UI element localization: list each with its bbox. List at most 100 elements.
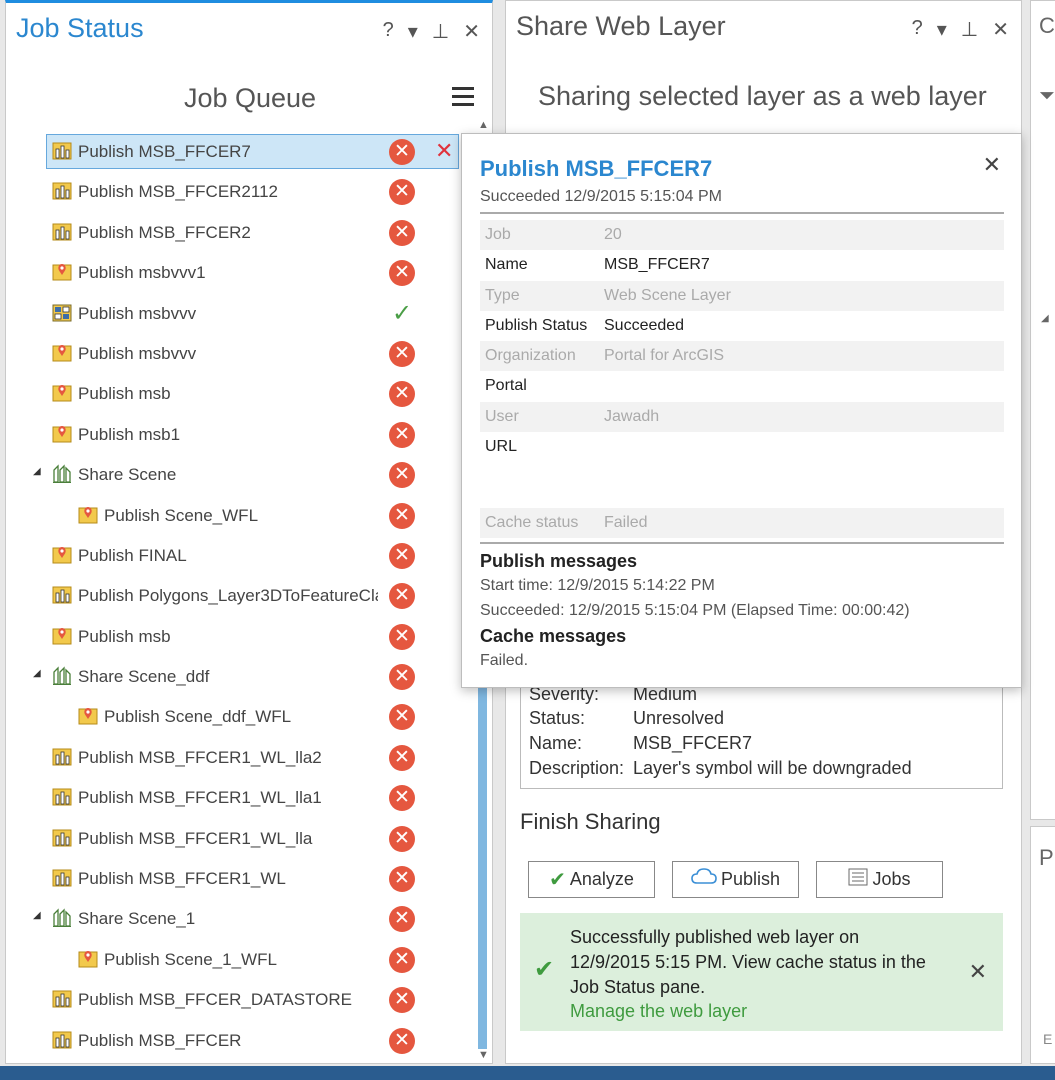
- help-button[interactable]: ?: [912, 17, 923, 42]
- job-queue-title: Job Queue: [183, 83, 317, 113]
- job-list-item[interactable]: Publish Scene_ddf_WFL ✕: [46, 697, 466, 737]
- filter-icon[interactable]: ⏷: [1039, 85, 1055, 108]
- detail-key: Publish Status: [485, 316, 588, 334]
- detail-value: Portal for ArcGIS: [604, 347, 725, 365]
- scroll-down-icon[interactable]: ▼: [478, 1049, 489, 1061]
- error-status-icon: ✕: [389, 421, 415, 448]
- scene-icon: [52, 908, 72, 928]
- job-queue-list: Publish MSB_FFCER7 ✕ ✕ Publish MSB_FFCER211…: [33, 132, 466, 1061]
- hamburger-menu-icon[interactable]: [452, 87, 474, 111]
- job-list-item[interactable]: Publish msbvvv ✕: [46, 334, 466, 374]
- success-check-icon: ✓: [391, 299, 413, 327]
- job-list-item[interactable]: Publish msb1 ✕: [46, 415, 466, 455]
- close-pane-button[interactable]: ✕: [463, 19, 480, 44]
- detail-value: Jawadh: [604, 407, 660, 425]
- map-pin-icon: [52, 343, 72, 363]
- pane-menu-button[interactable]: ▾: [937, 17, 947, 42]
- job-label: Publish MSB_FFCER7: [78, 142, 251, 161]
- detail-key: User: [485, 407, 519, 425]
- scroll-up-icon[interactable]: ▲: [478, 119, 489, 131]
- detail-row: URL: [480, 432, 1004, 462]
- job-list-item[interactable]: Publish FINAL ✕: [46, 536, 466, 576]
- detail-value: MSB_FFCER7: [604, 256, 710, 274]
- error-status-icon: ✕: [389, 542, 415, 569]
- error-status-icon: ✕: [389, 381, 415, 408]
- error-status-icon: ✕: [389, 906, 415, 933]
- job-list-item[interactable]: Publish MSB_FFCER7 ✕ ✕: [46, 132, 466, 172]
- job-list-item[interactable]: Publish MSB_FFCER1_WL_lla ✕: [46, 819, 466, 859]
- error-status-icon: ✕: [389, 664, 415, 691]
- expander-icon[interactable]: ◢: [1041, 313, 1049, 324]
- job-list-item[interactable]: Publish msbvvv ✓: [46, 294, 466, 334]
- error-status-icon: ✕: [389, 825, 415, 852]
- analyze-button[interactable]: ✔ Analyze: [528, 861, 655, 898]
- cloud-icon: [691, 868, 717, 891]
- job-label: Publish MSB_FFCER1_WL_lla1: [78, 788, 322, 808]
- job-list-item[interactable]: Publish Scene_WFL ✕: [46, 496, 466, 536]
- job-list-item[interactable]: Publish MSB_FFCER2 ✕: [46, 213, 466, 253]
- job-label: Publish Scene_1_WFL: [104, 949, 277, 969]
- help-button[interactable]: ?: [383, 19, 394, 44]
- expander-icon[interactable]: ◢: [33, 668, 41, 679]
- job-list-item[interactable]: Publish MSB_FFCER_DATASTORE ✕: [46, 980, 466, 1020]
- job-status-pane: Job Status ? ▾ ⊥ ✕ Job Queue Publish MSB…: [5, 0, 493, 1064]
- job-label: Publish msb: [78, 626, 171, 646]
- detail-key: Organization: [485, 347, 576, 365]
- error-status-icon: ✕: [389, 219, 415, 246]
- job-list-item[interactable]: Publish msb ✕: [46, 374, 466, 414]
- tile-layer-icon: [52, 868, 72, 888]
- success-check-icon: ✔: [534, 956, 555, 983]
- share-controls: ? ▾ ⊥ ✕: [912, 17, 1009, 42]
- tile-layer-icon: [52, 989, 72, 1009]
- map-pin-icon: [52, 545, 72, 565]
- error-status-icon: ✕: [389, 866, 415, 893]
- pin-button[interactable]: ⊥: [432, 19, 449, 44]
- job-list-item[interactable]: Publish msb ✕: [46, 617, 466, 657]
- pin-button[interactable]: ⊥: [961, 17, 978, 42]
- close-pane-button[interactable]: ✕: [992, 17, 1009, 42]
- map-pin-icon: [52, 626, 72, 646]
- cache-status-row: Cache status Failed: [480, 508, 1004, 539]
- job-label: Share Scene: [78, 465, 177, 485]
- cache-status-table: Cache status Failed: [480, 508, 1004, 539]
- popup-close-button[interactable]: ✕: [983, 152, 1001, 178]
- job-list-item[interactable]: Publish MSB_FFCER ✕: [46, 1021, 466, 1061]
- job-label: Publish MSB_FFCER2: [78, 222, 251, 242]
- share-title: Share Web Layer: [516, 11, 726, 41]
- pane-menu-button[interactable]: ▾: [408, 19, 418, 44]
- job-label: Publish MSB_FFCER2112: [78, 182, 278, 202]
- expander-icon[interactable]: ◢: [33, 466, 41, 477]
- dismiss-message-button[interactable]: ✕: [969, 959, 987, 985]
- publish-button[interactable]: Publish: [672, 861, 799, 898]
- job-list-item[interactable]: ◢ Share Scene ✕: [33, 455, 466, 495]
- job-status-title: Job Status: [16, 13, 144, 43]
- job-list-item[interactable]: Publish MSB_FFCER1_WL_lla1 ✕: [46, 778, 466, 818]
- error-status-icon: ✕: [389, 1027, 415, 1054]
- manage-web-layer-link[interactable]: Manage the web layer: [570, 1001, 747, 1022]
- detail-row: Organization Portal for ArcGIS: [480, 341, 1004, 372]
- error-status-icon: ✕: [389, 744, 415, 771]
- status-row: Status: Unresolved: [529, 708, 725, 728]
- remove-job-icon[interactable]: ✕: [435, 140, 453, 162]
- job-list-item[interactable]: Publish Scene_1_WFL ✕: [46, 940, 466, 980]
- list-icon: [848, 868, 868, 891]
- error-status-icon: ✕: [389, 260, 415, 287]
- map-pin-icon: [78, 949, 98, 969]
- jobs-button[interactable]: Jobs: [816, 861, 943, 898]
- job-list-item[interactable]: Publish MSB_FFCER2112 ✕: [46, 172, 466, 212]
- job-list-item[interactable]: ◢ Share Scene_1 ✕: [33, 899, 466, 939]
- detail-key: Job: [485, 226, 511, 243]
- scroll-thumb[interactable]: [478, 679, 487, 1049]
- publish-messages-title: Publish messages: [480, 551, 638, 571]
- job-list-item[interactable]: Publish Polygons_Layer3DToFeatureCla ✕: [46, 576, 466, 616]
- job-label: Publish MSB_FFCER_DATASTORE: [78, 990, 352, 1010]
- expander-icon[interactable]: ◢: [33, 910, 41, 921]
- detail-row: Job 20: [480, 220, 1004, 251]
- tile-layer-icon: [52, 828, 72, 848]
- job-list-item[interactable]: ◢ Share Scene_ddf ✕: [33, 657, 466, 697]
- job-list-item[interactable]: Publish MSB_FFCER1_WL_lla2 ✕: [46, 738, 466, 778]
- map-pin-icon: [78, 706, 98, 726]
- detail-key: Portal: [485, 377, 527, 395]
- job-list-item[interactable]: Publish MSB_FFCER1_WL ✕: [46, 859, 466, 899]
- job-list-item[interactable]: Publish msbvvv1 ✕: [46, 253, 466, 293]
